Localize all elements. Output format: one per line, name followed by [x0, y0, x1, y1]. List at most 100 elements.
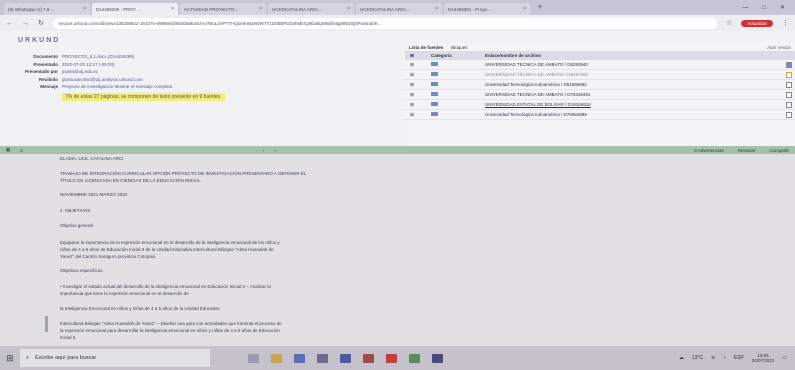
close-icon[interactable]: ×	[347, 6, 350, 12]
chrome-icon[interactable]	[386, 353, 397, 363]
source-name[interactable]: Universidad Tecnológica Indoamérica / D7…	[485, 112, 795, 117]
menu-icon[interactable]: ⋮	[782, 19, 789, 27]
meta-label: Presentado	[33, 61, 58, 67]
source-checkbox[interactable]	[786, 81, 792, 88]
source-row[interactable]: ⊞ Universidad Tecnológica Indoamérica / D…	[405, 110, 795, 120]
source-checkbox[interactable]	[786, 91, 792, 98]
source-name[interactable]: UNIVERSIDAD TECNICA DE AMBATO / D8283940	[485, 62, 795, 67]
close-icon[interactable]: ×	[83, 6, 86, 12]
prev-button[interactable]: ‹	[263, 148, 265, 153]
taskbar-search[interactable]: ⌕ Escribe aquí para buscar	[20, 349, 210, 367]
source-checkbox[interactable]	[786, 101, 792, 108]
back-icon[interactable]: ←	[6, 20, 13, 27]
meta-value[interactable]: PROYECTO_5.1.docx (D14458299)	[62, 54, 134, 59]
reset-button[interactable]: Reiniciar	[738, 148, 756, 153]
minimize-icon[interactable]: —	[742, 5, 748, 11]
expand-icon[interactable]: ⊞	[405, 92, 419, 98]
source-row[interactable]: ⊞ UNIVERSIDAD TECNICA DE AMBATO / D828394…	[405, 60, 795, 70]
source-name[interactable]: UNIVERSIDAD TECNICA DE AMBATO / D7634848…	[485, 92, 795, 97]
source-row[interactable]: ⊞ UNIVERSIDAD TECNICA DE AMBATO / D826758…	[405, 70, 795, 80]
close-icon[interactable]: ×	[523, 6, 526, 12]
volume-icon[interactable]: ♪	[723, 355, 726, 361]
column-category[interactable]: Categoría	[419, 53, 485, 58]
close-window-icon[interactable]: ✕	[780, 4, 785, 11]
source-row[interactable]: ⊞ Universidad Tecnológica Indoamérica / D…	[405, 80, 795, 90]
powerpoint-icon[interactable]	[363, 353, 374, 363]
clock[interactable]: 13:06 20/07/2022	[752, 353, 775, 363]
source-name[interactable]: UNIVERSIDAD ESTATAL DE BOLIVAR / D193469…	[485, 102, 795, 107]
url-field[interactable]: secure.urkund.com/old/view/135208622-164…	[52, 17, 717, 29]
tab-title: D14458301 - Proye...	[448, 6, 491, 12]
reload-icon[interactable]: ↻	[38, 19, 44, 27]
expand-icon[interactable]: ⊞	[405, 82, 419, 88]
task-view-icon[interactable]	[248, 353, 259, 363]
source-checkbox[interactable]	[786, 61, 792, 68]
word-icon[interactable]	[340, 353, 351, 363]
source-checkbox[interactable]	[786, 111, 792, 118]
meta-value[interactable]: Proyecto de investigación Mostrar el men…	[62, 84, 172, 89]
close-icon[interactable]: ×	[259, 6, 262, 12]
expand-icon[interactable]: ⊞	[405, 102, 419, 108]
meta-label: Presentado por	[24, 69, 58, 75]
tab-sources-list[interactable]: Lista de fuentes	[409, 45, 443, 50]
source-row[interactable]: ⊞ UNIVERSIDAD ESTATAL DE BOLIVAR / D19346…	[405, 100, 795, 110]
forward-icon[interactable]: →	[22, 20, 29, 27]
star-icon[interactable]: ☆	[726, 19, 732, 27]
source-name[interactable]: UNIVERSIDAD TECNICA DE AMBATO / D8267582	[485, 72, 795, 77]
browser-tab[interactable]: UCEDCATALINA ARCI... ×	[268, 3, 354, 15]
document-toolbar: ▦ ≡ ‹ › 0 Advertencias Reiniciar Compart…	[0, 146, 795, 154]
weather-icon[interactable]: ☁	[679, 355, 684, 361]
next-button[interactable]: ›	[274, 148, 276, 153]
store-icon[interactable]	[317, 353, 328, 363]
browser-tab[interactable]: D14458301 - Proye... ×	[444, 3, 530, 15]
source-row[interactable]: ⊞ UNIVERSIDAD TECNICA DE AMBATO / D763484…	[405, 90, 795, 100]
browser-tab[interactable]: ACTIVIDAD PROYECTO... ×	[180, 3, 266, 15]
update-button[interactable]: Actualizar	[741, 19, 773, 27]
weather-temp[interactable]: 13°C	[692, 355, 703, 361]
tab-title: (9) Whatsapp (1) 7.9 ...	[8, 6, 55, 12]
close-icon[interactable]: ×	[435, 6, 438, 12]
meta-row: Presentado 2022-07-20 12:17 (-05:00)	[6, 61, 398, 69]
edge-icon[interactable]	[294, 353, 305, 363]
browser-tab-active[interactable]: D14458299 - PROY ... ×	[92, 3, 178, 15]
language-indicator[interactable]: ESP	[734, 355, 744, 361]
expand-icon[interactable]: ⊞	[405, 62, 419, 68]
warnings-button[interactable]: 0 Advertencias	[694, 148, 724, 153]
file-explorer-icon[interactable]	[271, 353, 282, 363]
open-session-link[interactable]: Abrir sesión	[767, 45, 791, 50]
new-tab-icon[interactable]: +	[532, 4, 548, 11]
list-icon[interactable]: ≡	[20, 148, 23, 153]
source-name[interactable]: Universidad Tecnológica Indoamérica / D5…	[485, 82, 795, 87]
teams-icon[interactable]	[432, 353, 443, 363]
meta-label: Documento	[33, 54, 58, 60]
notifications-icon[interactable]: ▭	[782, 355, 787, 361]
sources-panel: Lista de fuentes Bloques Abrir sesión ⊞ …	[405, 43, 795, 146]
flag-icon	[431, 72, 438, 76]
window-controls: — □ ✕	[742, 0, 795, 15]
expand-icon[interactable]: ⊞	[405, 112, 419, 118]
sort-icon[interactable]: ⊞	[405, 53, 419, 59]
maximize-icon[interactable]: □	[762, 5, 766, 11]
expand-icon[interactable]: ⊞	[405, 72, 419, 78]
flag-icon	[431, 92, 438, 96]
tab-blocks[interactable]: Bloques	[451, 45, 467, 50]
doc-line: Objetivo general	[60, 223, 93, 228]
browser-tab[interactable]: (9) Whatsapp (1) 7.9 ... ×	[4, 3, 90, 15]
share-button[interactable]: Compartir	[769, 148, 789, 153]
meta-label: Mensaje	[40, 84, 58, 90]
search-placeholder: Escribe aquí para buscar	[35, 355, 97, 361]
excel-icon[interactable]	[409, 353, 420, 363]
sources-tabs: Lista de fuentes Bloques Abrir sesión	[405, 43, 795, 51]
windows-start-icon[interactable]: ⊞	[0, 353, 20, 364]
meta-value[interactable]: jnuela@utj.edu.ec	[62, 69, 98, 74]
doc-line: Intercultural Bilingüe "Alma Huasulah de…	[60, 321, 282, 326]
source-checkbox[interactable]	[786, 71, 792, 78]
browser-tab[interactable]: UCEDCATALINA ARCI... ×	[356, 3, 442, 15]
grid-icon[interactable]: ▦	[6, 147, 10, 153]
close-icon[interactable]: ×	[171, 6, 174, 12]
doc-line: importancia que tiene la expresión emoci…	[60, 291, 189, 296]
column-name[interactable]: Enlace/nombre de archivo	[485, 53, 795, 58]
system-tray: ☁ 13°C ≋ ♪ ESP 13:06 20/07/2022 ▭	[679, 353, 795, 363]
wifi-icon[interactable]: ≋	[711, 355, 715, 361]
meta-value[interactable]: gloria.sanchez@utj.analysis.urkund.com	[62, 77, 143, 82]
